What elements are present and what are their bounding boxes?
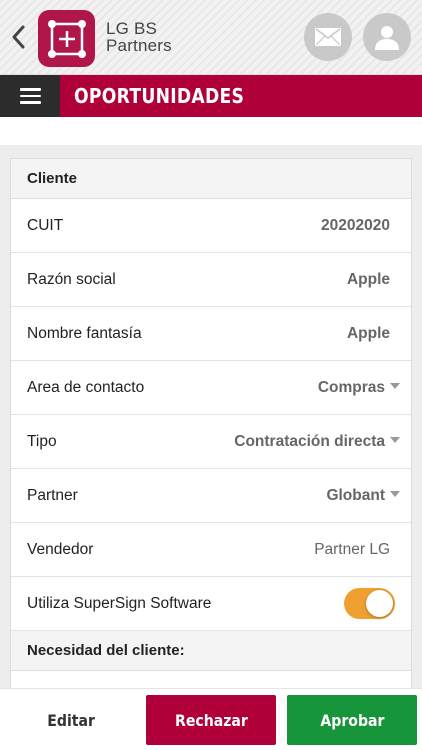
razon-social-value: Apple	[346, 270, 390, 288]
vendedor-value: Partner LG	[314, 540, 390, 558]
menu-button[interactable]	[0, 75, 60, 117]
messages-button[interactable]	[304, 13, 352, 61]
row-label: Razón social	[27, 270, 116, 288]
reject-button-label: Rechazar	[174, 710, 248, 730]
row-label: CUIT	[27, 216, 64, 234]
hamburger-icon	[19, 88, 41, 91]
chevron-left-icon	[12, 25, 25, 49]
approve-button-label: Aprobar	[319, 710, 385, 730]
brand-line-2: Partners	[106, 36, 172, 55]
brand-name: LG BS Partners	[106, 20, 172, 54]
area-contacto-value: Compras	[317, 378, 385, 396]
tipo-value: Contratación directa	[234, 432, 385, 450]
partner-value: Globant	[326, 486, 385, 504]
profile-button[interactable]	[363, 13, 411, 61]
page-title: OPORTUNIDADES	[74, 84, 245, 108]
area-contacto-select[interactable]: Compras	[317, 378, 400, 397]
brand-line-1: LG BS	[106, 19, 158, 38]
client-card: Cliente CUIT 20202020 Razón social Apple…	[10, 158, 412, 698]
mail-icon	[315, 28, 341, 46]
app-logo	[38, 10, 95, 67]
row-area-contacto[interactable]: Area de contacto Compras	[11, 361, 411, 415]
row-label: Nombre fantasía	[27, 324, 142, 342]
user-icon	[375, 26, 399, 50]
partners-logo-icon	[47, 19, 86, 58]
row-label: Tipo	[27, 432, 57, 450]
caret-down-icon	[390, 436, 400, 443]
section-header-necesidad: Necesidad del cliente:	[11, 631, 411, 671]
edit-button-label: Editar	[47, 710, 95, 730]
toggle-knob	[366, 590, 393, 617]
tipo-select[interactable]: Contratación directa	[234, 432, 400, 451]
partner-select[interactable]: Globant	[326, 486, 400, 505]
row-tipo[interactable]: Tipo Contratación directa	[11, 415, 411, 469]
nombre-fantasia-value: Apple	[346, 324, 390, 342]
row-partner[interactable]: Partner Globant	[11, 469, 411, 523]
row-label: Vendedor	[27, 540, 94, 558]
row-nombre-fantasia: Nombre fantasía Apple	[11, 307, 411, 361]
reject-button[interactable]: Rechazar	[146, 695, 276, 745]
row-supersign: Utiliza SuperSign Software	[11, 577, 411, 631]
action-bar: Editar Rechazar Aprobar	[0, 688, 422, 750]
row-razon-social: Razón social Apple	[11, 253, 411, 307]
title-bar: OPORTUNIDADES	[0, 75, 422, 117]
row-label: Utiliza SuperSign Software	[27, 594, 212, 612]
row-vendedor: Vendedor Partner LG	[11, 523, 411, 577]
edit-button[interactable]: Editar	[0, 695, 142, 745]
app-header: LG BS Partners	[0, 0, 422, 75]
row-label: Partner	[27, 486, 78, 504]
section-header-cliente: Cliente	[11, 159, 411, 199]
back-button[interactable]	[6, 20, 30, 54]
spacer-strip	[0, 117, 422, 145]
row-label: Area de contacto	[27, 378, 145, 396]
caret-down-icon	[390, 382, 400, 389]
caret-down-icon	[390, 490, 400, 497]
row-cuit: CUIT 20202020	[11, 199, 411, 253]
approve-button[interactable]: Aprobar	[287, 695, 417, 745]
cuit-value: 20202020	[321, 216, 390, 234]
supersign-toggle[interactable]	[344, 588, 395, 619]
